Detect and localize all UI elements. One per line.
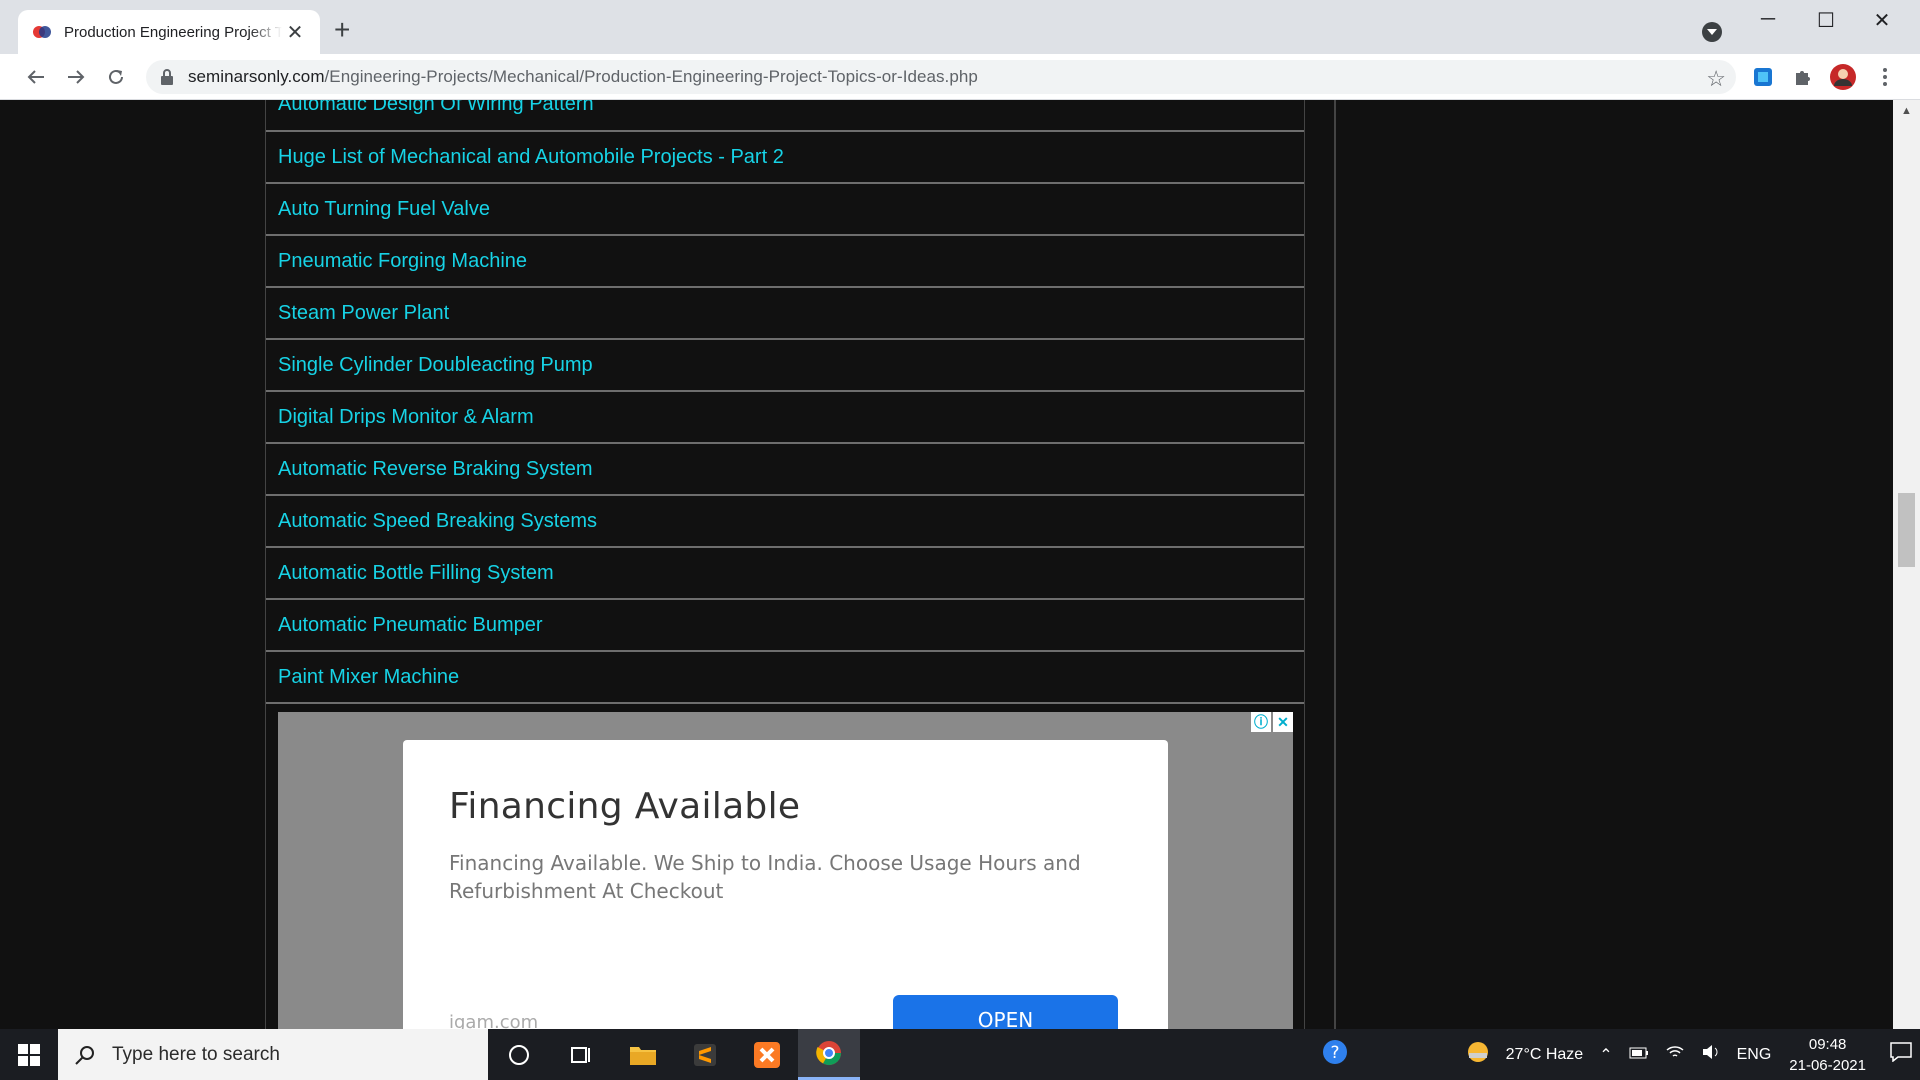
topic-link[interactable]: Huge List of Mechanical and Automobile P…: [278, 146, 784, 169]
list-item: Digital Drips Monitor & Alarm: [266, 392, 1304, 444]
clock[interactable]: 09:48 21-06-2021: [1789, 1034, 1866, 1076]
list-item: Huge List of Mechanical and Automobile P…: [266, 132, 1304, 184]
ad-info-icon[interactable]: ⓘ: [1251, 712, 1271, 732]
topic-link[interactable]: Automatic Reverse Braking System: [278, 458, 593, 481]
minimize-icon[interactable]: ─: [1748, 8, 1788, 31]
topic-link[interactable]: Automatic Design Of Wiring Pattern: [278, 100, 594, 116]
svg-text:?: ?: [1330, 1043, 1339, 1063]
system-tray: ? 27°C Haze ⌃ ENG 09:48 21-06-2021: [1314, 1029, 1920, 1080]
back-arrow-icon[interactable]: [24, 65, 48, 89]
list-item: Steam Power Plant: [266, 288, 1304, 340]
topic-link[interactable]: Automatic Pneumatic Bumper: [278, 614, 543, 637]
topic-link[interactable]: Single Cylinder Doubleacting Pump: [278, 354, 593, 377]
tab-close-icon[interactable]: ✕: [284, 21, 306, 44]
ad-card[interactable]: Financing Available Financing Available.…: [403, 740, 1168, 1029]
tab-search-chevron-icon[interactable]: [1702, 22, 1722, 42]
windows-taskbar: Type here to search ? 27°C Haze ⌃ ENG 09…: [0, 1029, 1920, 1080]
sublime-text-icon[interactable]: [674, 1029, 736, 1080]
list-item: Automatic Bottle Filling System: [266, 548, 1304, 600]
list-item: Automatic Design Of Wiring Pattern: [266, 100, 1304, 132]
browser-toolbar: seminarsonly.com/Engineering-Projects/Me…: [0, 54, 1920, 100]
weather-sun-icon[interactable]: [1466, 1040, 1490, 1069]
volume-icon[interactable]: [1701, 1044, 1721, 1065]
topic-link[interactable]: Paint Mixer Machine: [278, 666, 459, 689]
close-window-icon[interactable]: ✕: [1862, 8, 1902, 33]
new-tab-plus-icon[interactable]: +: [334, 16, 350, 44]
ad-open-button[interactable]: OPEN: [893, 995, 1118, 1029]
search-placeholder: Type here to search: [112, 1043, 280, 1065]
topic-link[interactable]: Automatic Speed Breaking Systems: [278, 510, 597, 533]
forward-arrow-icon[interactable]: [64, 65, 88, 89]
topic-link[interactable]: Auto Turning Fuel Valve: [278, 198, 490, 221]
address-bar[interactable]: seminarsonly.com/Engineering-Projects/Me…: [146, 60, 1736, 94]
reload-icon[interactable]: [104, 65, 128, 89]
list-item: Auto Turning Fuel Valve: [266, 184, 1304, 236]
page-scrollbar[interactable]: ▲: [1893, 100, 1920, 1029]
list-item: Automatic Pneumatic Bumper: [266, 600, 1304, 652]
list-item: Single Cylinder Doubleacting Pump: [266, 340, 1304, 392]
file-explorer-icon[interactable]: [612, 1029, 674, 1080]
extensions-puzzle-icon[interactable]: [1790, 64, 1816, 90]
windows-start-icon[interactable]: [0, 1029, 58, 1080]
topic-list: Automatic Design Of Wiring Pattern Huge …: [266, 100, 1304, 704]
ad-close-icon[interactable]: ✕: [1273, 712, 1293, 732]
clock-date: 21-06-2021: [1789, 1056, 1866, 1074]
profile-avatar[interactable]: [1830, 64, 1856, 90]
task-view-icon[interactable]: [550, 1029, 612, 1080]
chrome-menu-icon[interactable]: [1872, 64, 1898, 90]
list-item: Pneumatic Forging Machine: [266, 236, 1304, 288]
extension-icon[interactable]: [1750, 64, 1776, 90]
site-favicon-icon: [33, 26, 51, 38]
ad-text: Financing Available. We Ship to India. C…: [449, 851, 1081, 903]
topic-link[interactable]: Digital Drips Monitor & Alarm: [278, 406, 534, 429]
browser-tab[interactable]: Production Engineering Project T ✕: [18, 10, 320, 54]
lock-icon: [161, 69, 173, 85]
topic-link[interactable]: Pneumatic Forging Machine: [278, 250, 527, 273]
help-icon[interactable]: ?: [1322, 1039, 1348, 1070]
weather-text[interactable]: 27°C Haze: [1506, 1046, 1584, 1064]
scroll-thumb[interactable]: [1898, 493, 1915, 567]
chevron-up-icon[interactable]: ⌃: [1599, 1045, 1612, 1065]
wifi-icon[interactable]: [1665, 1044, 1685, 1065]
topic-link[interactable]: Steam Power Plant: [278, 302, 449, 325]
topic-link[interactable]: Automatic Bottle Filling System: [278, 562, 554, 585]
scroll-up-arrow-icon[interactable]: ▲: [1893, 100, 1920, 122]
notifications-icon[interactable]: [1890, 1042, 1912, 1067]
ad-domain: igam.com: [449, 1012, 539, 1029]
url-text: seminarsonly.com/Engineering-Projects/Me…: [188, 67, 978, 86]
list-item: Paint Mixer Machine: [266, 652, 1304, 704]
web-page: Automatic Design Of Wiring Pattern Huge …: [0, 100, 1893, 1029]
tab-title: Production Engineering Project T: [64, 23, 282, 41]
list-item: Automatic Speed Breaking Systems: [266, 496, 1304, 548]
ad-title: Financing Available: [449, 786, 801, 827]
bookmark-star-icon[interactable]: ☆: [1706, 66, 1726, 92]
topic-list-column: Automatic Design Of Wiring Pattern Huge …: [265, 100, 1305, 1029]
list-item: Automatic Reverse Braking System: [266, 444, 1304, 496]
language-indicator[interactable]: ENG: [1737, 1046, 1772, 1064]
chrome-taskbar-icon[interactable]: [798, 1029, 860, 1080]
sidebar-divider: [1334, 100, 1336, 1029]
battery-icon[interactable]: [1629, 1046, 1649, 1064]
xampp-icon[interactable]: [736, 1029, 798, 1080]
advertisement[interactable]: ⓘ ✕ Financing Available Financing Availa…: [278, 712, 1293, 1029]
search-icon: [75, 1045, 94, 1065]
maximize-icon[interactable]: ☐: [1806, 8, 1846, 33]
browser-titlebar: Production Engineering Project T ✕ + ─ ☐…: [0, 0, 1920, 54]
taskbar-search-input[interactable]: Type here to search: [58, 1029, 488, 1080]
cortana-circle-icon[interactable]: [488, 1029, 550, 1080]
ad-badges: ⓘ ✕: [1251, 712, 1293, 732]
clock-time: 09:48: [1808, 1035, 1847, 1053]
